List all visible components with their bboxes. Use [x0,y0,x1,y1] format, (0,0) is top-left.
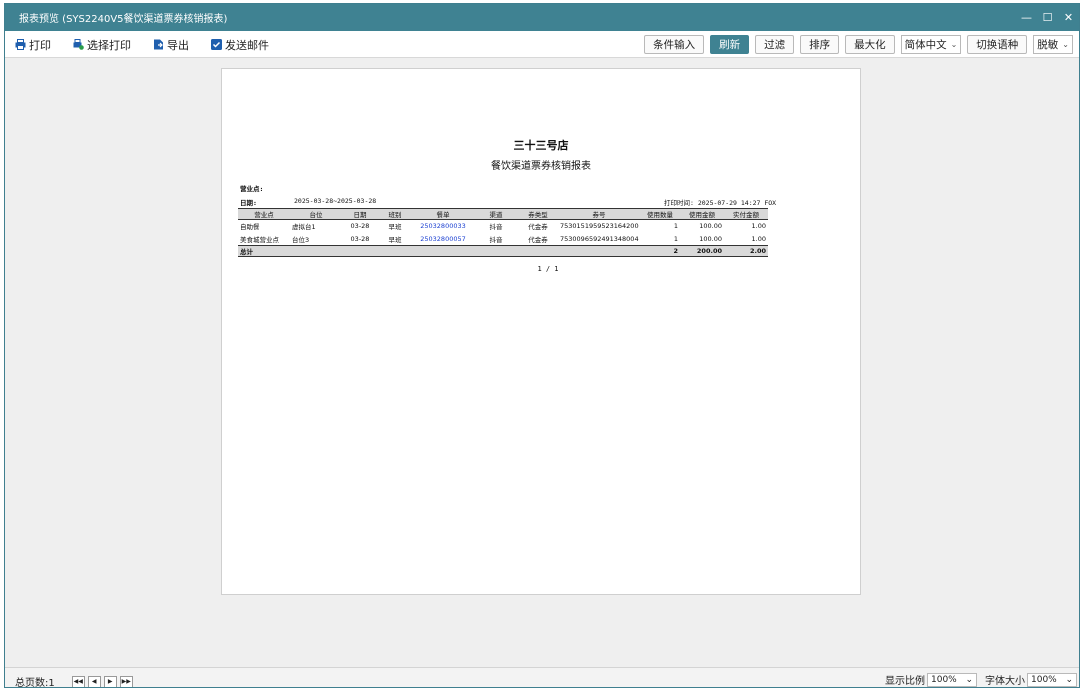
cell-channel: 抖音 [489,235,503,244]
send-mail-label: 发送邮件 [225,38,269,52]
select-printer-icon [73,39,84,50]
header-cell: 班别 [378,208,412,220]
sort-button[interactable]: 排序 [800,35,840,54]
cell-channel: 抖音 [489,223,503,232]
maximize-icon[interactable]: ☐ [1037,11,1058,24]
switch-language-button[interactable]: 切换语种 [967,35,1028,54]
cell-paid: 1.00 [751,234,766,243]
export-button[interactable]: 导出 [153,37,189,53]
select-print-label: 选择打印 [87,38,131,52]
language-value: 简体中文 [904,39,947,51]
cell-coupon-type: 代金券 [528,223,548,232]
sensitive-select[interactable]: 脱敏 ⌄ [1033,35,1073,54]
zoom-value: 100% [931,674,957,685]
cell-qty: 1 [673,234,678,243]
cell-coupon-no: 7530151959523164200 [560,222,639,231]
outlet-label: 营业点: [240,185,264,193]
header-cell: 渠道 [474,208,518,220]
maximize-button[interactable]: 最大化 [845,35,895,54]
chevron-down-icon: ⌄ [965,674,973,685]
first-page-button[interactable]: ◀◀ [71,675,85,687]
refresh-button[interactable]: 刷新 [710,35,750,54]
report-table: 营业点 台位 日期 班别 餐单 渠道 券类型 券号 使用数量 使用金额 实付金额… [238,208,768,257]
total-row: 总计 2 200.00 2.00 [238,245,768,257]
font-size-value: 100% [1031,674,1057,685]
mail-check-icon [211,39,222,50]
page-number: 1 / 1 [537,265,559,273]
total-label: 总计 [238,245,290,257]
table-row: 美食城营业点 台位3 03-28 早班 25032800057 抖音 代金券 7… [238,233,768,246]
printer-icon [15,39,26,50]
condition-input-button[interactable]: 条件输入 [644,35,705,54]
table-row: 自助餐 虚拟台1 03-28 早班 25032800033 抖音 代金券 753… [238,220,768,233]
total-paid: 2.00 [724,245,768,257]
font-size-select[interactable]: 100% ⌄ [1027,672,1077,687]
title-bar: 报表预览 (SYS2240V5餐饮渠道票券核销报表) — ☐ ✕ [5,4,1079,31]
cell-qty: 1 [673,222,678,231]
header-cell: 日期 [342,208,378,220]
print-button[interactable]: 打印 [15,37,51,53]
font-size-label: 字体大小 [985,676,1025,687]
header-cell: 使用数量 [640,208,680,220]
cell-coupon-no: 7530096592491348004 [560,234,639,243]
status-bar: 总页数:1 ◀◀ ◀ ▶ ▶▶ 显示比例 100% ⌄ 字体大小 100% ⌄ [5,667,1079,688]
cell-coupon-type: 代金券 [528,235,548,244]
cell-outlet: 美食城营业点 [240,235,279,244]
send-mail-button[interactable]: 发送邮件 [211,37,269,53]
cell-shift: 早班 [388,223,402,232]
close-icon[interactable]: ✕ [1058,11,1079,24]
print-time: 打印时间: 2025-07-29 14:27 FOX [664,199,777,207]
date-range: 2025-03-28~2025-03-28 [294,197,377,205]
select-print-button[interactable]: 选择打印 [73,37,131,53]
cell-date: 03-28 [350,222,370,231]
prev-page-button[interactable]: ◀ [87,675,101,687]
header-cell: 餐单 [412,208,474,220]
cell-amount: 100.00 [699,222,722,231]
header-cell: 券类型 [518,208,558,220]
export-icon [154,39,163,50]
header-cell: 使用金额 [680,208,724,220]
zoom-select[interactable]: 100% ⌄ [927,672,977,687]
export-label: 导出 [167,38,189,52]
cell-paid: 1.00 [751,222,766,231]
cell-date: 03-28 [350,234,370,243]
table-header-row: 营业点 台位 日期 班别 餐单 渠道 券类型 券号 使用数量 使用金额 实付金额 [238,208,768,220]
order-link[interactable]: 25032800057 [412,233,474,246]
cell-table: 虚拟台1 [292,223,316,232]
toolbar: 打印 选择打印 导出 发送邮件 条件输入 刷新 过滤 排序 最大化 简体中文 ⌄… [5,31,1079,58]
header-cell: 实付金额 [724,208,768,220]
header-cell: 台位 [290,208,342,220]
total-pages: 总页数:1 [15,678,55,688]
total-amount: 200.00 [680,245,724,257]
window-title: 报表预览 (SYS2240V5餐饮渠道票券核销报表) [19,14,228,25]
minimize-icon[interactable]: — [1016,11,1037,24]
store-name: 三十三号店 [513,139,569,152]
chevron-down-icon: ⌄ [1065,674,1073,685]
cell-shift: 早班 [388,235,402,244]
header-cell: 营业点 [238,208,290,220]
header-cell: 券号 [558,208,640,220]
chevron-down-icon: ⌄ [950,40,958,49]
report-title: 餐饮渠道票券核销报表 [491,161,591,172]
cell-amount: 100.00 [699,234,722,243]
zoom-label: 显示比例 [885,676,925,687]
report-page: 三十三号店 餐饮渠道票券核销报表 营业点: 日期: 2025-03-28~202… [221,68,861,595]
date-label: 日期: [240,199,257,207]
report-preview-window: 报表预览 (SYS2240V5餐饮渠道票券核销报表) — ☐ ✕ 打印 选择打印… [4,3,1080,688]
window-controls: — ☐ ✕ [1016,4,1079,31]
order-link[interactable]: 25032800033 [412,220,474,233]
filter-button[interactable]: 过滤 [755,35,795,54]
print-label: 打印 [29,38,51,52]
sensitive-value: 脱敏 [1037,39,1059,51]
total-qty: 2 [640,245,680,257]
chevron-down-icon: ⌄ [1062,40,1069,49]
language-select[interactable]: 简体中文 ⌄ [900,35,962,54]
last-page-button[interactable]: ▶▶ [119,675,133,687]
cell-outlet: 自助餐 [240,223,260,232]
cell-table: 台位3 [292,235,310,244]
next-page-button[interactable]: ▶ [103,675,117,687]
